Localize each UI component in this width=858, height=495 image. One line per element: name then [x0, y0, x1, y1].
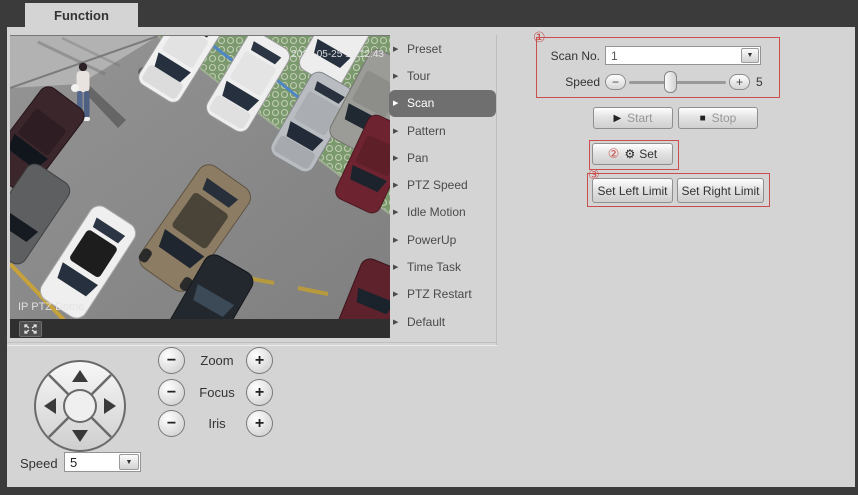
menu-item-ptz-speed[interactable]: ▶ PTZ Speed: [389, 171, 496, 198]
fullscreen-icon[interactable]: [19, 320, 42, 337]
annotation-3: ③: [588, 167, 600, 182]
chevron-right-icon: ▶: [393, 182, 399, 190]
chevron-down-icon[interactable]: ▼: [119, 454, 139, 470]
play-icon: ▶: [613, 112, 622, 124]
video-timestamp: 2017-05-25 15:12:43: [291, 49, 384, 60]
set-right-limit-button[interactable]: Set Right Limit: [677, 178, 764, 203]
speed-slider-thumb[interactable]: [664, 71, 677, 93]
chevron-right-icon: ▶: [393, 100, 399, 108]
ptz-speed-label: Speed: [20, 456, 58, 471]
set-left-limit-button[interactable]: Set Left Limit: [592, 178, 673, 203]
video-feed: 2017-05-25 15:12:43 IP PTZ Dome: [0, 0, 415, 370]
chevron-right-icon: ▶: [393, 45, 399, 53]
scan-no-label: Scan No.: [550, 49, 600, 63]
menu-item-powerup[interactable]: ▶ PowerUp: [389, 226, 496, 253]
scan-speed-label: Speed: [565, 75, 600, 89]
menu-item-time-task[interactable]: ▶ Time Task: [389, 253, 496, 280]
chevron-right-icon: ▶: [393, 209, 399, 217]
menu-item-ptz-restart[interactable]: ▶ PTZ Restart: [389, 281, 496, 308]
tab-function[interactable]: Function: [25, 3, 138, 28]
video-preview[interactable]: 2017-05-25 15:12:43 IP PTZ Dome: [0, 0, 415, 370]
chevron-right-icon: ▶: [393, 72, 399, 80]
menu-item-scan[interactable]: ▶ Scan: [389, 89, 496, 117]
focus-plus-button[interactable]: +: [246, 379, 273, 406]
iris-label: Iris: [208, 416, 226, 431]
speed-value: 5: [756, 75, 763, 89]
menu-item-pattern[interactable]: ▶ Pattern: [389, 117, 496, 144]
gear-icon: ⚙: [624, 147, 636, 161]
video-toolbar: [10, 319, 390, 338]
section-divider: [7, 342, 497, 346]
function-menu: ▶ Preset ▶ Tour ▶ Scan ▶ Pattern ▶ Pan ▶…: [389, 35, 496, 335]
ptz-direction-pad[interactable]: [32, 358, 128, 454]
video-osd-label: IP PTZ Dome: [18, 301, 84, 313]
chevron-right-icon: ▶: [393, 127, 399, 135]
ptz-center-button[interactable]: [63, 389, 97, 423]
speed-slider-track: [629, 81, 726, 84]
chevron-right-icon: ▶: [393, 236, 399, 244]
focus-minus-button[interactable]: −: [158, 379, 185, 406]
iris-plus-button[interactable]: +: [246, 410, 273, 437]
zoom-minus-button[interactable]: −: [158, 347, 185, 374]
menu-item-default[interactable]: ▶ Default: [389, 308, 496, 335]
chevron-right-icon: ▶: [393, 264, 399, 272]
speed-minus-button[interactable]: −: [605, 74, 626, 90]
chevron-right-icon: ▶: [393, 154, 399, 162]
zoom-plus-button[interactable]: +: [246, 347, 273, 374]
chevron-right-icon: ▶: [393, 318, 399, 326]
menu-item-preset[interactable]: ▶ Preset: [389, 35, 496, 62]
stop-icon: ■: [699, 112, 706, 124]
ptz-speed-select[interactable]: 5 ▼: [64, 452, 141, 472]
scan-no-select[interactable]: 1 ▼: [605, 46, 761, 65]
annotation-2: ②: [607, 146, 620, 161]
zoom-label: Zoom: [200, 353, 234, 368]
menu-divider: [496, 35, 497, 345]
menu-item-tour[interactable]: ▶ Tour: [389, 62, 496, 89]
speed-plus-button[interactable]: +: [729, 74, 750, 90]
chevron-right-icon: ▶: [393, 291, 399, 299]
menu-item-pan[interactable]: ▶ Pan: [389, 144, 496, 171]
focus-label: Focus: [199, 385, 235, 400]
main-content: 2017-05-25 15:12:43 IP PTZ Dome ▶ Preset…: [0, 0, 855, 487]
start-button[interactable]: ▶ Start: [593, 107, 673, 129]
set-button[interactable]: ② ⚙ Set: [592, 143, 673, 165]
annotation-1: ①: [533, 29, 546, 45]
menu-item-idle-motion[interactable]: ▶ Idle Motion: [389, 199, 496, 226]
iris-minus-button[interactable]: −: [158, 410, 185, 437]
chevron-down-icon[interactable]: ▼: [741, 48, 759, 63]
stop-button[interactable]: ■ Stop: [678, 107, 758, 129]
